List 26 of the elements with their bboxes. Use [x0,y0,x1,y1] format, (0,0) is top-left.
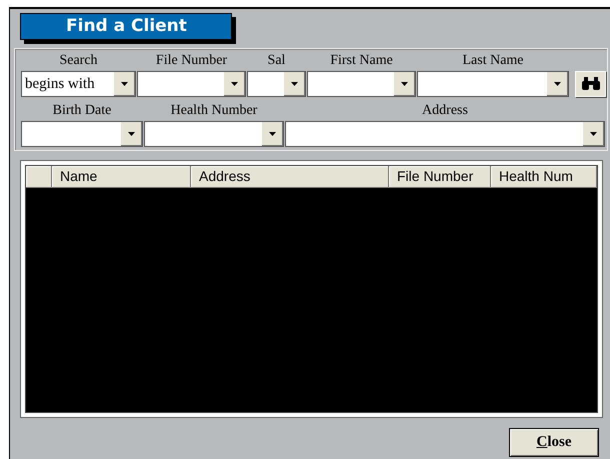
dropdown-field[interactable] [144,121,284,147]
field-label: First Name [330,53,393,70]
field-label: Search [59,53,98,70]
dropdown-field[interactable] [21,121,143,147]
field-label: Last Name [462,53,524,70]
search-button[interactable] [575,71,606,97]
column-header[interactable]: Health Num [491,166,597,188]
dropdown-field[interactable] [285,121,605,147]
close-button[interactable]: Close [509,428,599,457]
field-label: Address [422,103,468,120]
dropdown-field[interactable] [137,71,246,97]
binoculars-icon [580,77,600,91]
field-value: begins with [24,75,96,94]
column-header[interactable]: Name [52,166,191,188]
column-header[interactable]: File Number [389,166,491,188]
dropdown-field[interactable]: begins with [21,71,136,97]
dropdown-field[interactable] [247,71,306,97]
dropdown-field[interactable] [417,71,569,97]
field-label: Health Number [170,103,258,120]
window-title: Find a Client [20,13,232,40]
row-header-cell [26,166,52,188]
field-label: Sal [268,53,286,70]
column-header[interactable]: Address [191,166,389,188]
field-label: Birth Date [52,103,112,120]
field-label: File Number [156,53,228,70]
dropdown-field[interactable] [307,71,416,97]
